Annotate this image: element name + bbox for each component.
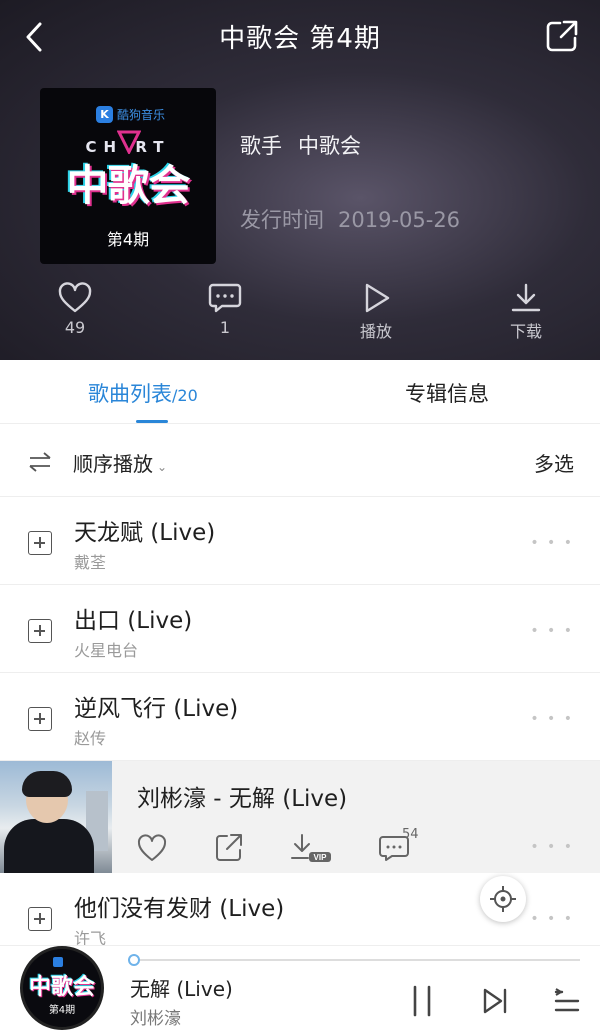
vip-download-button[interactable]: VIP [290, 833, 332, 867]
list-controls: 顺序播放 ⌄ 多选 [0, 425, 600, 497]
vip-badge: VIP [314, 853, 328, 862]
play-label: 播放 [359, 322, 392, 341]
comment-count-badge: 54 [402, 827, 419, 842]
add-to-playlist-icon[interactable] [28, 531, 52, 555]
play-order-selector[interactable]: 顺序播放 ⌄ [73, 448, 167, 477]
now-playing-cover[interactable]: 中歌会 第4期 [20, 946, 104, 1030]
download-icon [511, 283, 541, 312]
add-to-playlist-icon[interactable] [28, 907, 52, 931]
heart-icon [58, 282, 92, 313]
play-all-button[interactable]: 播放 [336, 282, 416, 342]
favorite-button[interactable] [136, 833, 168, 863]
song-count: /20 [172, 386, 198, 405]
download-icon: VIP [291, 834, 331, 862]
artist-photo [0, 761, 112, 873]
now-playing-artist: 刘彬濠 [130, 1009, 181, 1029]
download-button[interactable]: 下载 [486, 282, 566, 342]
more-options-icon[interactable]: • • • [530, 839, 574, 855]
cover-brand: K 酷狗音乐 [96, 104, 165, 124]
album-header: 中歌会 第4期 K 酷狗音乐 CH RT 中歌会 第4期 歌手 中歌会 发行时间 2… [0, 0, 600, 360]
date-label: 发行时间 [240, 208, 324, 232]
song-title: 出口 (Live) [74, 608, 193, 634]
album-actions: 49 1 播放 下载 [0, 282, 600, 342]
tab-active-indicator [136, 420, 168, 423]
mini-player: 中歌会 第4期 无解 (Live) 刘彬濠 [0, 945, 600, 1035]
crosshair-icon [490, 886, 516, 912]
more-options-icon[interactable]: • • • [530, 623, 574, 639]
tab-bar: 歌曲列表/20 专辑信息 [0, 360, 600, 424]
song-artist: 火星电台 [74, 641, 139, 660]
download-label: 下载 [509, 322, 542, 341]
artist-value[interactable]: 中歌会 [298, 134, 361, 158]
page-title: 中歌会 第4期 [219, 24, 381, 54]
tab-song-list[interactable]: 歌曲列表/20 [88, 378, 198, 408]
song-row[interactable]: 出口 (Live) 火星电台 • • • [0, 585, 600, 673]
comment-button[interactable]: 1 [185, 282, 265, 337]
song-row[interactable]: 逆风飞行 (Live) 赵传 • • • [0, 673, 600, 761]
expanded-song-row[interactable]: 刘彬濠 - 无解 (Live) VIP 54 • • • [0, 761, 600, 873]
play-icon [365, 283, 390, 313]
progress-bar[interactable] [128, 954, 580, 966]
date-value: 2019-05-26 [338, 208, 461, 232]
tab-album-info[interactable]: 专辑信息 [405, 378, 489, 408]
add-to-playlist-icon[interactable] [28, 619, 52, 643]
comment-icon [208, 283, 242, 313]
comment-count: 1 [219, 318, 231, 337]
album-artist: 歌手 中歌会 [240, 130, 361, 160]
album-cover[interactable]: K 酷狗音乐 CH RT 中歌会 第4期 [40, 88, 216, 264]
chevron-down-icon: ⌄ [157, 460, 168, 474]
share-button[interactable] [544, 18, 580, 54]
next-track-button[interactable] [480, 986, 510, 1016]
song-title: 他们没有发财 (Live) [74, 896, 285, 922]
locate-current-song-button[interactable] [480, 876, 526, 922]
song-title: 天龙赋 (Live) [74, 520, 216, 546]
expanded-song-title: 刘彬濠 - 无解 (Live) [137, 786, 348, 812]
artist-label: 歌手 [240, 134, 282, 158]
like-button[interactable]: 49 [35, 282, 115, 337]
cover-episode: 第4期 [106, 230, 150, 249]
add-to-playlist-icon[interactable] [28, 707, 52, 731]
song-row[interactable]: 天龙赋 (Live) 戴荃 • • • [0, 497, 600, 585]
cover-title: 中歌会 [66, 161, 190, 210]
more-options-icon[interactable]: • • • [530, 711, 574, 727]
like-count: 49 [64, 318, 86, 337]
song-artist: 戴荃 [74, 553, 107, 572]
sequential-play-icon [29, 452, 51, 472]
more-options-icon[interactable]: • • • [530, 535, 574, 551]
multi-select-button[interactable]: 多选 [534, 448, 574, 477]
now-playing-title: 无解 (Live) [130, 977, 233, 1001]
share-song-button[interactable] [213, 833, 245, 863]
playlist-queue-button[interactable] [552, 986, 582, 1016]
more-options-icon[interactable]: • • • [530, 911, 574, 927]
song-artist: 赵传 [74, 729, 107, 748]
pause-button[interactable] [408, 984, 436, 1018]
song-title: 逆风飞行 (Live) [74, 696, 239, 722]
kugou-logo-icon: K [96, 105, 113, 123]
progress-handle[interactable] [128, 954, 140, 966]
kugou-logo-icon [53, 957, 63, 967]
release-date: 发行时间 2019-05-26 [240, 204, 460, 234]
